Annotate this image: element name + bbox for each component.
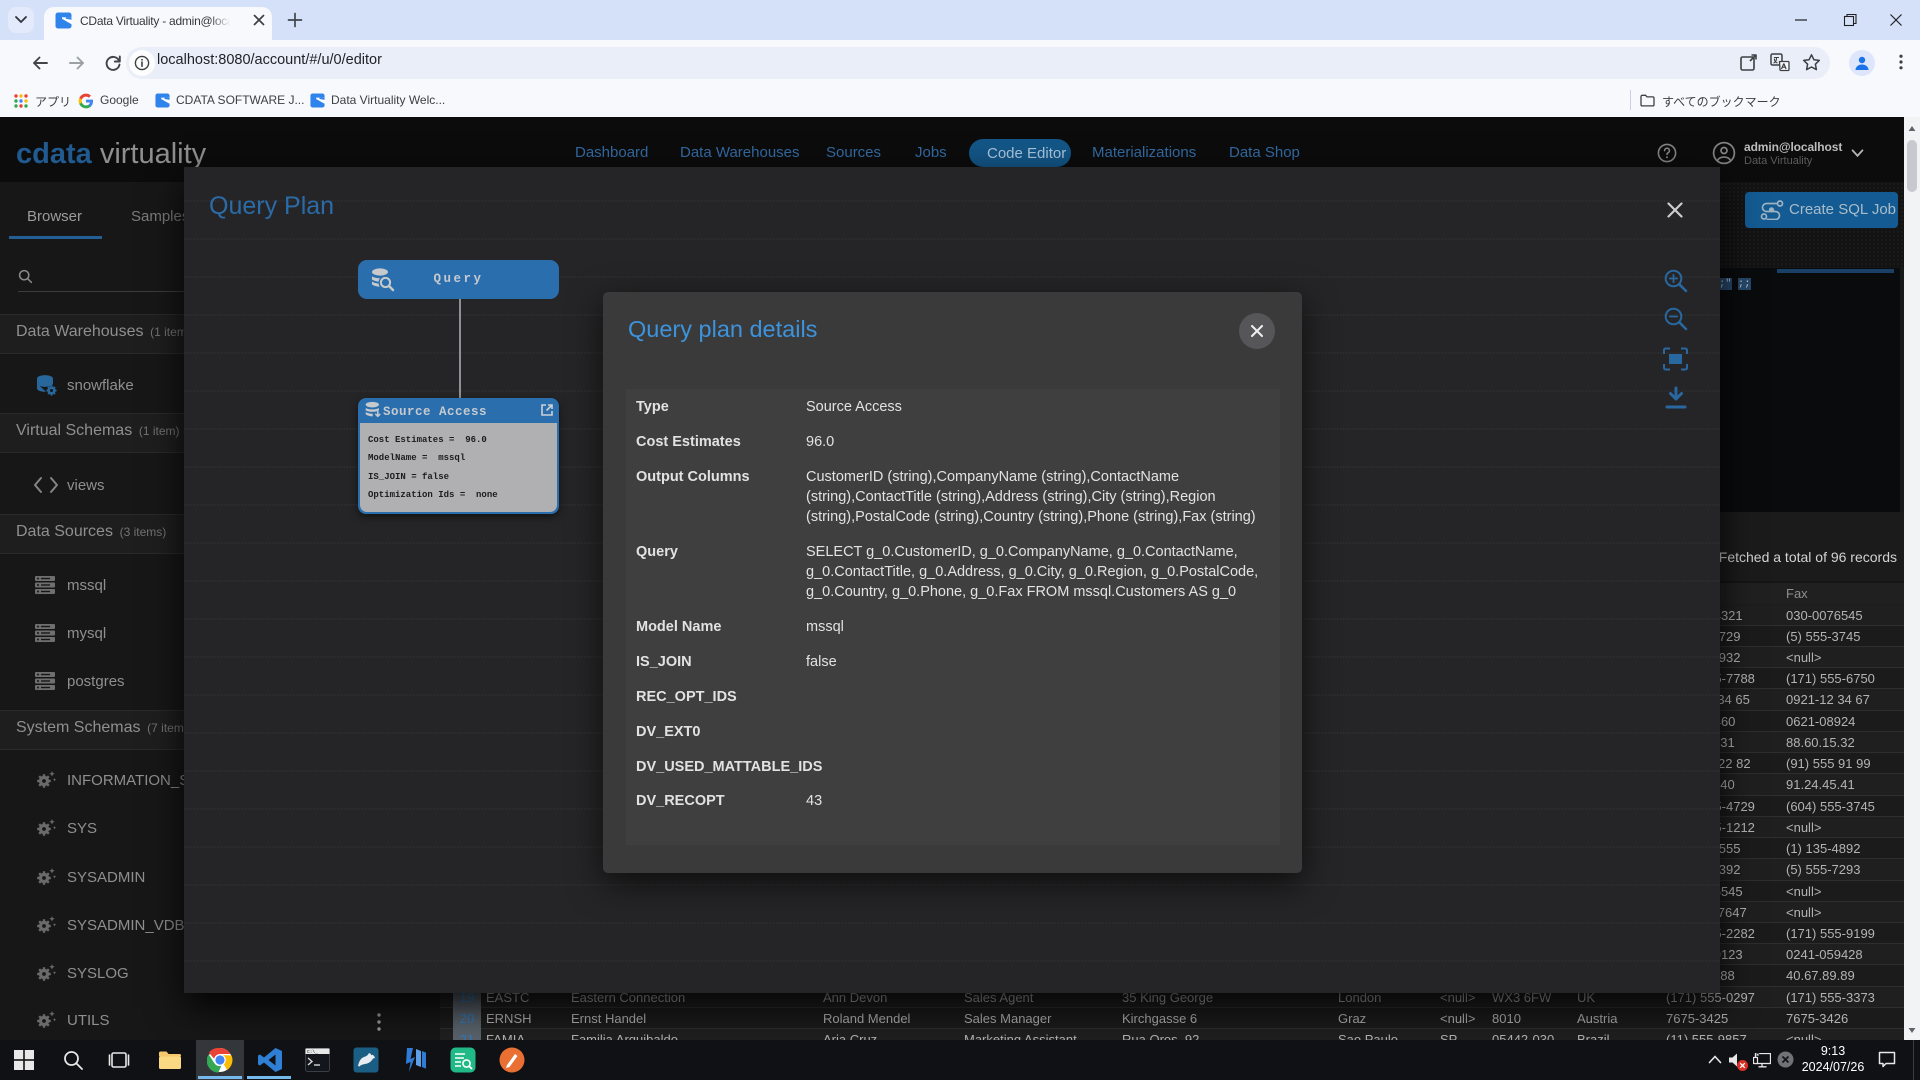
svg-text:C:\_: C:\_ xyxy=(307,1049,318,1055)
